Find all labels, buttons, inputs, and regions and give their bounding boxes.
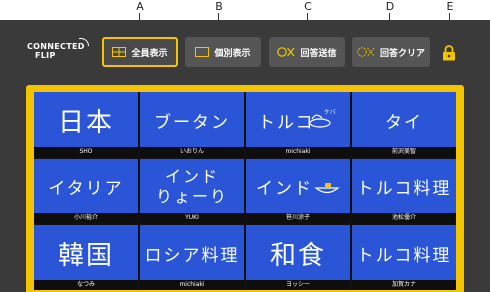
show-individual-button[interactable]: 個別表示 <box>185 37 261 67</box>
logo-line2: FLIP <box>35 51 56 60</box>
answer-panel[interactable]: トルコ ケバブ michiaki <box>246 92 350 157</box>
app-screen: CONNECTED FLIP 全員表示 個別表示 回答送信 回答クリア 日本 S… <box>0 20 490 292</box>
participant-name: 小川裕介 <box>34 213 138 224</box>
single-panel-icon <box>195 47 210 57</box>
participant-name: michiaki <box>246 146 350 157</box>
svg-text:ケバブ: ケバブ <box>324 108 336 116</box>
app-logo: CONNECTED FLIP <box>27 38 91 64</box>
show-all-label: 全員表示 <box>131 48 168 59</box>
answer-line-1: インド <box>164 166 219 186</box>
answer-panel[interactable]: トルコ料理 池松優介 <box>352 158 456 224</box>
answer-line-2: りょーり <box>155 186 228 206</box>
answer-panel[interactable]: タイ 前沢美智 <box>352 92 456 157</box>
curry-doodle-icon <box>314 182 340 193</box>
grid-icon <box>112 47 127 57</box>
answer-handwriting: イタリア <box>48 179 124 200</box>
answer-handwriting: トルコ料理 <box>356 246 452 267</box>
answer-panel[interactable]: インド 笹川涼子 <box>246 158 350 224</box>
answer-panel[interactable]: 日本 SHO <box>34 92 138 157</box>
send-answers-label: 回答送信 <box>300 48 337 59</box>
callout-e: E <box>442 0 458 37</box>
participant-name: YUKI <box>140 213 244 224</box>
callout-d: D <box>382 0 398 37</box>
answer-handwriting: 韓国 <box>57 241 114 272</box>
answer-handwriting: ロシア料理 <box>144 246 240 267</box>
show-individual-label: 個別表示 <box>214 48 251 59</box>
signal-icon <box>79 38 89 46</box>
answer-grid: 日本 SHO ブータン いおりん トルコ ケバブ michiaki タイ 前沢美… <box>34 92 456 290</box>
lock-icon[interactable] <box>442 45 456 61</box>
answer-handwriting: トルコ料理 <box>356 179 452 200</box>
callout-b: B <box>211 0 227 37</box>
answer-handwriting: インド りょーり <box>140 163 244 212</box>
answer-board: 日本 SHO ブータン いおりん トルコ ケバブ michiaki タイ 前沢美… <box>26 85 464 292</box>
answer-handwriting: ブータン <box>154 112 230 133</box>
participant-name: 加賀カナ <box>352 279 456 290</box>
answer-panel[interactable]: 和食 ヨッシー <box>246 225 350 290</box>
answer-handwriting: タイ <box>385 112 423 133</box>
answer-panel[interactable]: インド りょーり YUKI <box>140 158 244 224</box>
participant-name: ヨッシー <box>246 279 350 290</box>
participant-name: SHO <box>34 146 138 157</box>
answer-panel[interactable]: イタリア 小川裕介 <box>34 158 138 224</box>
answer-handwriting: 和食 <box>269 241 326 272</box>
answer-handwriting: 日本 <box>57 107 114 138</box>
answer-panel[interactable]: 韓国 なつみ <box>34 225 138 290</box>
logo-line1: CONNECTED <box>27 42 85 51</box>
answer-panel[interactable]: ロシア料理 michiaki <box>140 225 244 290</box>
clear-answers-button[interactable]: 回答クリア <box>352 37 430 67</box>
answer-panel[interactable]: ブータン いおりん <box>140 92 244 157</box>
answer-panel[interactable]: トルコ料理 加賀カナ <box>352 225 456 290</box>
callout-c: C <box>300 0 316 37</box>
participant-name: michiaki <box>140 279 244 290</box>
kebab-doodle-icon: ケバブ <box>309 108 336 128</box>
participant-name: なつみ <box>34 279 138 290</box>
send-answers-button[interactable]: 回答送信 <box>269 37 345 67</box>
participant-name: 前沢美智 <box>352 146 456 157</box>
show-all-button[interactable]: 全員表示 <box>102 37 178 67</box>
callout-a: A <box>132 0 148 37</box>
dashed-circle-cross-icon <box>357 47 375 57</box>
participant-name: 池松優介 <box>352 213 456 224</box>
participant-name: いおりん <box>140 146 244 157</box>
clear-answers-label: 回答クリア <box>379 48 425 59</box>
participant-name: 笹川涼子 <box>246 213 350 224</box>
circle-cross-icon <box>277 47 295 57</box>
